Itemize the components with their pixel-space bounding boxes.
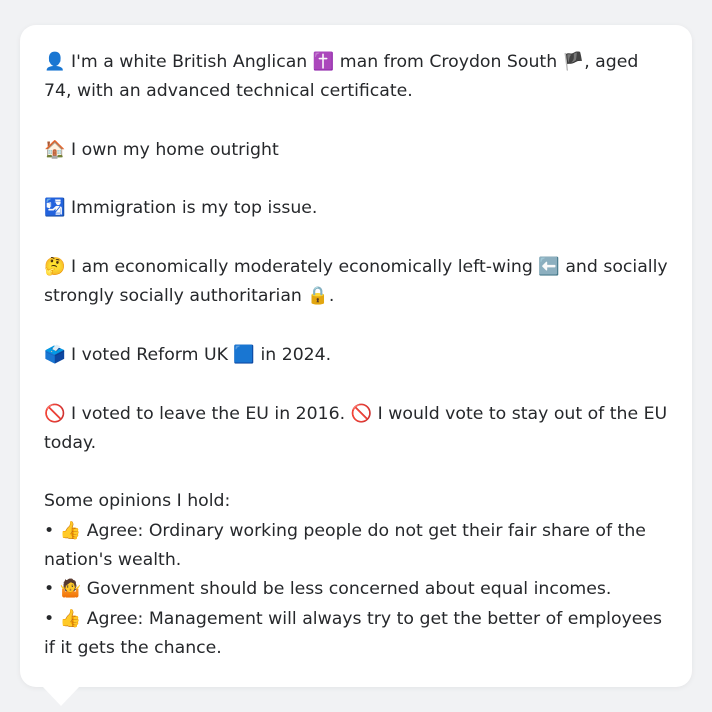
issue-text: Immigration is my top issue. — [71, 198, 318, 219]
home-line: 🏠 I own my home outright — [44, 136, 668, 165]
bubble-tail — [42, 686, 80, 706]
bullet: • — [44, 579, 55, 600]
eu-text-a: I voted to leave the EU in 2016. — [71, 403, 351, 424]
message-bubble: 👤 I'm a white British Anglican ✝️ man fr… — [20, 25, 692, 687]
ideology-text-c: . — [328, 286, 335, 307]
person-icon: 👤 — [44, 52, 66, 72]
prohibited-icon: 🚫 — [44, 403, 66, 424]
opinion-text: Government should be less concerned abou… — [86, 579, 612, 600]
left-arrow-icon: ⬅️ — [538, 257, 560, 278]
shrug-icon: 🤷 — [59, 579, 82, 600]
vote-line: 🗳️ I voted Reform UK 🟦 in 2024. — [44, 341, 668, 370]
home-text: I own my home outright — [71, 139, 279, 160]
vote-text-b: in 2024. — [254, 344, 332, 365]
list-item: • 🤷 Government should be less concerned … — [44, 575, 668, 604]
lock-icon: 🔒 — [307, 286, 329, 307]
identity-text-b: man from Croydon South — [334, 52, 563, 72]
prohibited-icon: 🚫 — [350, 403, 373, 424]
blue-square-icon: 🟦 — [233, 344, 255, 365]
england-flag-icon: 🏴 — [562, 52, 585, 72]
opinions-heading: Some opinions I hold: — [44, 491, 231, 512]
thinking-face-icon: 🤔 — [44, 257, 66, 278]
ideology-line: 🤔 I am economically moderately economica… — [44, 253, 668, 312]
bullet: • — [44, 520, 55, 541]
ballot-box-icon: 🗳️ — [44, 344, 66, 365]
bullet: • — [44, 608, 55, 629]
opinion-text: Agree: Ordinary working people do not ge… — [44, 520, 646, 571]
identity-line: 👤 I'm a white British Anglican ✝️ man fr… — [44, 48, 668, 107]
ideology-text-a: I am economically moderately economicall… — [71, 257, 539, 278]
eu-line: 🚫 I voted to leave the EU in 2016. 🚫 I w… — [44, 400, 668, 459]
opinion-text: Agree: Management will always try to get… — [44, 608, 663, 658]
issue-line: 🛂 Immigration is my top issue. — [44, 194, 668, 223]
vote-text-a: I voted Reform UK — [71, 344, 234, 365]
passport-control-icon: 🛂 — [44, 198, 66, 219]
cross-icon: ✝️ — [312, 52, 335, 72]
thumbs-up-icon: 👍 — [59, 608, 82, 629]
list-item: • 👍 Agree: Ordinary working people do no… — [44, 517, 668, 576]
list-item: • 👍 Agree: Management will always try to… — [44, 605, 668, 664]
thumbs-up-icon: 👍 — [59, 520, 82, 541]
house-icon: 🏠 — [44, 139, 66, 160]
identity-text-a: I'm a white British Anglican — [71, 52, 313, 72]
